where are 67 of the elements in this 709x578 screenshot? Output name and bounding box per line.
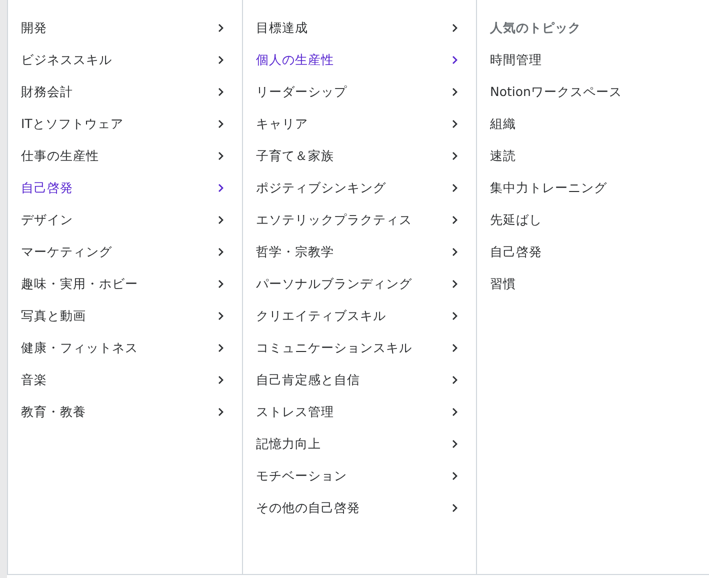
chevron-right-icon [217, 247, 225, 257]
chevron-right-icon [217, 407, 225, 417]
menu-item[interactable]: クリエイティブスキル [243, 300, 476, 332]
menu-item[interactable]: ITとソフトウェア [8, 108, 242, 140]
menu-item[interactable]: ポジティブシンキング [243, 172, 476, 204]
chevron-right-icon [217, 119, 225, 129]
topic-link[interactable]: 組織 [490, 114, 516, 134]
menu-item[interactable]: その他の自己啓発 [243, 492, 476, 524]
menu-item[interactable]: 教育・教養 [8, 396, 242, 428]
chevron-right-icon [451, 439, 459, 449]
topic-link[interactable]: 集中力トレーニング [490, 178, 607, 198]
menu-item[interactable]: 目標達成 [243, 12, 476, 44]
menu-item[interactable]: リーダーシップ [243, 76, 476, 108]
menu-item[interactable]: マーケティング [8, 236, 242, 268]
menu-item[interactable]: 音楽 [8, 364, 242, 396]
chevron-right-icon [451, 503, 459, 513]
menu-item[interactable]: ストレス管理 [243, 396, 476, 428]
menu-item[interactable]: コミュニケーションスキル [243, 332, 476, 364]
chevron-right-icon [217, 311, 225, 321]
topic-link[interactable]: 自己啓発 [490, 242, 542, 262]
chevron-right-icon [451, 87, 459, 97]
chevron-right-icon [451, 311, 459, 321]
chevron-right-icon [451, 23, 459, 33]
menu-item[interactable]: 自己肯定感と自信 [243, 364, 476, 396]
menu-item[interactable]: モチベーション [243, 460, 476, 492]
topic-link[interactable]: 速読 [490, 146, 516, 166]
menu-item[interactable]: 写真と動画 [8, 300, 242, 332]
chevron-right-icon [217, 375, 225, 385]
topic-link[interactable]: 習慣 [490, 274, 516, 294]
menu-item[interactable]: デザイン [8, 204, 242, 236]
chevron-right-icon [451, 343, 459, 353]
menu-item[interactable]: 開発 [8, 12, 242, 44]
menu-item[interactable]: パーソナルブランディング [243, 268, 476, 300]
chevron-right-icon [451, 151, 459, 161]
menu-item[interactable]: 仕事の生産性 [8, 140, 242, 172]
chevron-right-icon [451, 407, 459, 417]
chevron-right-icon [217, 55, 225, 65]
chevron-right-icon [451, 471, 459, 481]
menu-item[interactable]: エソテリックプラクティス [243, 204, 476, 236]
menu-item[interactable]: 財務会計 [8, 76, 242, 108]
chevron-right-icon [451, 183, 459, 193]
chevron-right-icon [217, 87, 225, 97]
section-heading: 人気のトピック [490, 18, 581, 37]
menu-item[interactable]: キャリア [243, 108, 476, 140]
chevron-right-icon [451, 375, 459, 385]
menu-item[interactable]: 健康・フィットネス [8, 332, 242, 364]
topic-link[interactable]: Notionワークスペース [490, 82, 622, 102]
chevron-right-icon [217, 215, 225, 225]
menu-item[interactable]: ビジネススキル [8, 44, 242, 76]
chevron-right-icon [217, 279, 225, 289]
chevron-right-icon [451, 279, 459, 289]
menu-item[interactable]: 趣味・実用・ホビー [8, 268, 242, 300]
menu-item[interactable]: 個人の生産性 [243, 44, 476, 76]
chevron-right-icon [217, 23, 225, 33]
menu-item[interactable]: 哲学・宗教学 [243, 236, 476, 268]
topic-link[interactable]: 先延ばし [490, 210, 542, 230]
chevron-right-icon [451, 55, 459, 65]
chevron-right-icon [451, 247, 459, 257]
chevron-right-icon [217, 183, 225, 193]
chevron-right-icon [217, 343, 225, 353]
menu-item[interactable]: 子育て＆家族 [243, 140, 476, 172]
chevron-right-icon [451, 215, 459, 225]
chevron-right-icon [217, 151, 225, 161]
menu-item[interactable]: 自己啓発 [8, 172, 242, 204]
topic-link[interactable]: 時間管理 [490, 50, 542, 70]
chevron-right-icon [451, 119, 459, 129]
menu-item[interactable]: 記憶力向上 [243, 428, 476, 460]
